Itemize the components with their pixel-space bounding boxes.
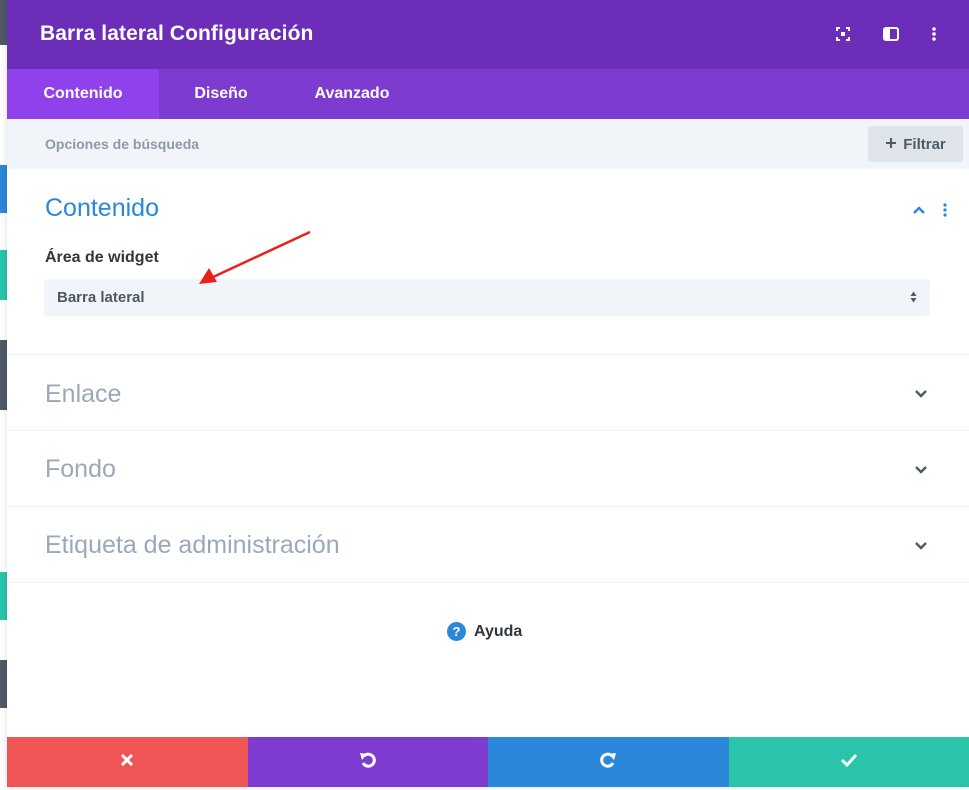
- plus-icon: [885, 136, 897, 153]
- help-link[interactable]: ? Ayuda: [447, 622, 522, 641]
- chevron-down-icon[interactable]: [913, 386, 929, 402]
- undo-button[interactable]: [247, 737, 488, 787]
- section-title[interactable]: Fondo: [45, 455, 116, 484]
- widget-area-label: Área de widget: [45, 249, 159, 266]
- select-arrows-icon: [910, 290, 917, 309]
- section-title[interactable]: Contenido: [45, 194, 159, 223]
- widget-area-select[interactable]: Barra lateral: [44, 279, 930, 316]
- cancel-button[interactable]: [7, 737, 248, 787]
- chevron-down-icon[interactable]: [913, 538, 929, 554]
- redo-button[interactable]: [488, 737, 729, 787]
- section-menu-icon[interactable]: [943, 202, 949, 218]
- split-view-icon[interactable]: [881, 24, 901, 44]
- section-title[interactable]: Etiqueta de administración: [45, 531, 340, 560]
- section-etiqueta-admin[interactable]: Etiqueta de administración: [7, 507, 969, 583]
- check-icon: [840, 753, 858, 772]
- modal-title: Barra lateral Configuración: [40, 22, 314, 45]
- tab-diseno[interactable]: Diseño: [159, 69, 283, 119]
- section-fondo[interactable]: Fondo: [7, 431, 969, 507]
- filter-button[interactable]: Filtrar: [868, 126, 963, 162]
- help-icon: ?: [447, 622, 466, 641]
- tab-avanzado[interactable]: Avanzado: [283, 69, 421, 119]
- filter-label: Filtrar: [903, 135, 946, 153]
- tab-contenido[interactable]: Contenido: [7, 69, 159, 119]
- undo-icon: [359, 751, 377, 774]
- help-label: Ayuda: [474, 622, 523, 640]
- settings-modal: Barra lateral Configuración Contenido Di…: [7, 0, 969, 787]
- redo-icon: [599, 751, 617, 774]
- save-button[interactable]: [728, 737, 969, 787]
- close-icon: [120, 753, 134, 772]
- background-strip: [0, 165, 7, 213]
- background-strip: [0, 250, 7, 300]
- background-strip: [0, 660, 7, 708]
- kebab-menu-icon[interactable]: [924, 24, 944, 44]
- footer-actions: [7, 737, 969, 787]
- search-input[interactable]: Opciones de búsqueda: [45, 136, 199, 152]
- chevron-down-icon[interactable]: [913, 462, 929, 478]
- background-strip: [0, 572, 7, 620]
- modal-header: Barra lateral Configuración: [7, 0, 969, 69]
- background-strip: [0, 340, 7, 410]
- select-value: Barra lateral: [57, 289, 145, 306]
- section-title[interactable]: Enlace: [45, 380, 121, 409]
- fullscreen-icon[interactable]: [833, 24, 853, 44]
- background-strip: [0, 0, 7, 45]
- section-enlace[interactable]: Enlace: [7, 355, 969, 431]
- chevron-up-icon[interactable]: [911, 202, 927, 218]
- tab-bar: Contenido Diseño Avanzado: [7, 69, 969, 119]
- annotation-arrow-icon: [199, 230, 311, 284]
- search-bar[interactable]: Opciones de búsqueda Filtrar: [7, 119, 969, 169]
